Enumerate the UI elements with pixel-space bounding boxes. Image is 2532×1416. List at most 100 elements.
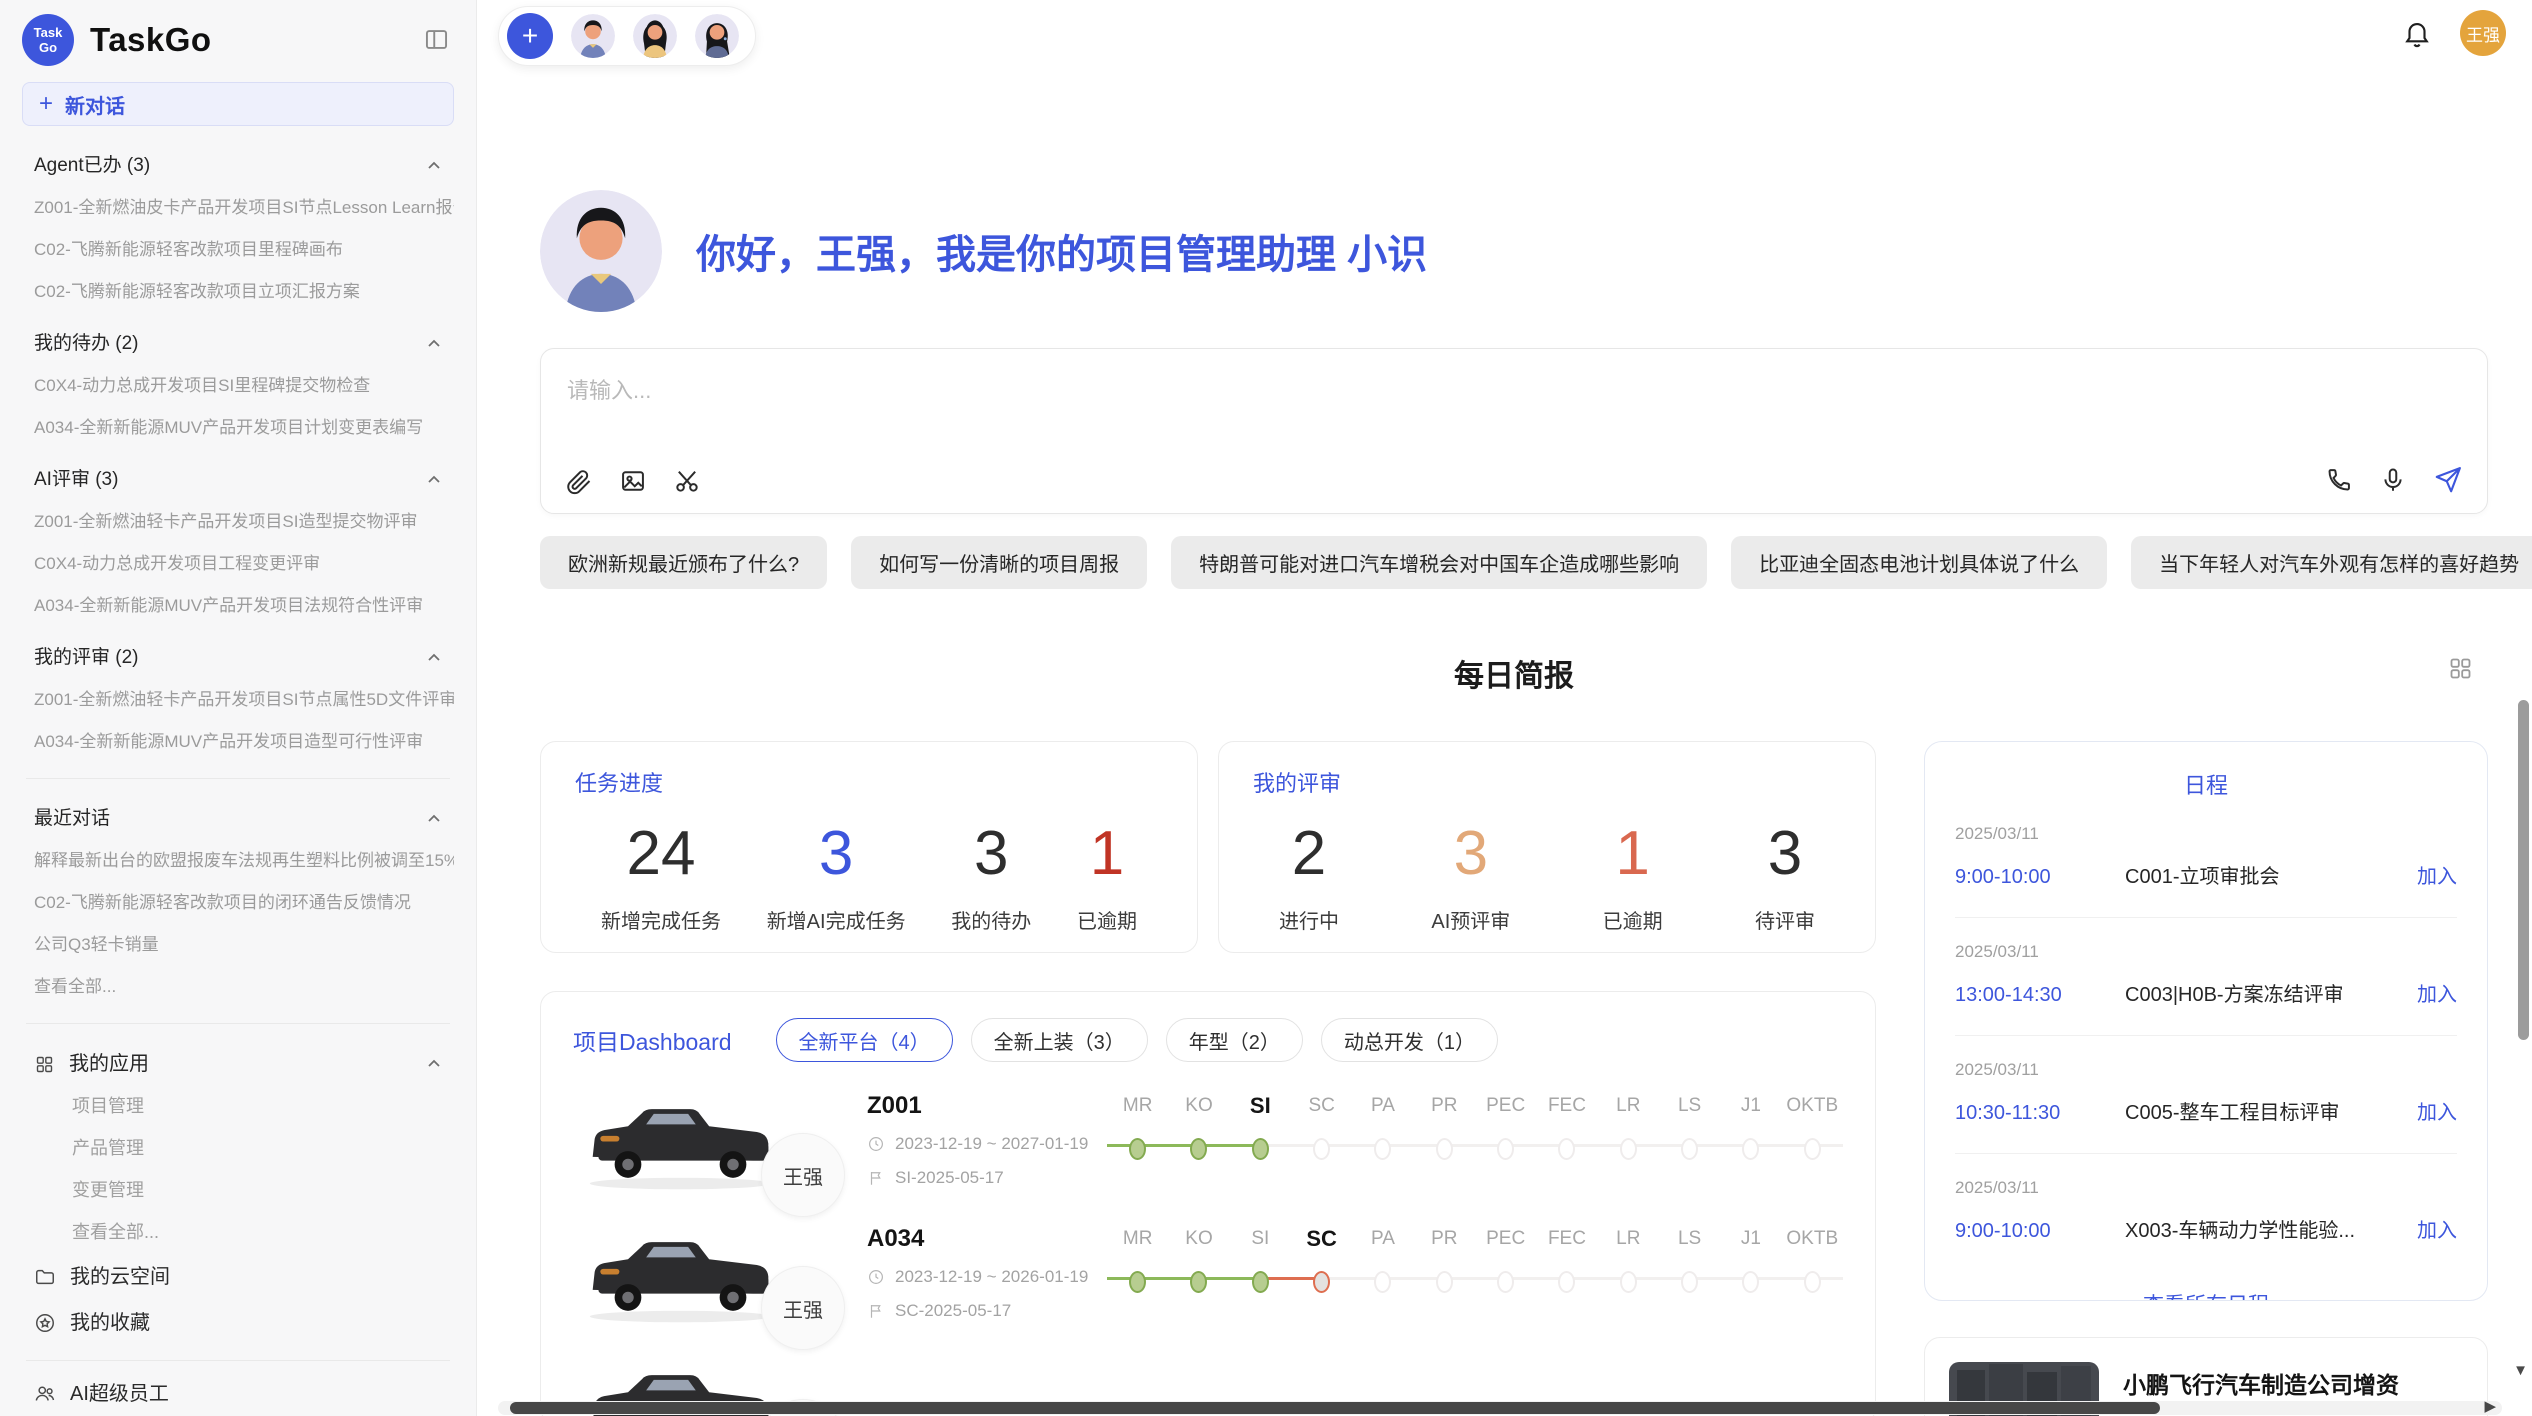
notification-bell-icon[interactable]	[2402, 18, 2432, 48]
agent-avatar-2[interactable]	[633, 14, 677, 58]
sidebar-item-favorites[interactable]: 我的收藏	[22, 1310, 454, 1336]
conversation-item[interactable]: C0X4-动力总成开发项目工程变更评审	[22, 552, 454, 576]
project-dates: 2023-12-19 ~ 2027-01-19	[895, 1134, 1088, 1154]
section-header-recent-chats[interactable]: 最近对话	[22, 807, 454, 831]
sidebar-item-ai-super-staff[interactable]: AI超级员工	[22, 1381, 454, 1407]
conversation-item[interactable]: C02-飞腾新能源轻客改款项目立项汇报方案	[22, 280, 454, 304]
recent-chat-item[interactable]: 查看全部...	[22, 975, 454, 999]
chat-input[interactable]: 请输入...	[540, 348, 2488, 514]
scissors-icon[interactable]	[673, 467, 701, 495]
add-agent-button[interactable]: +	[507, 13, 553, 59]
user-avatar[interactable]: 王强	[2460, 10, 2506, 56]
dashboard-filter[interactable]: 全新平台（4）	[776, 1018, 953, 1062]
app-item[interactable]: 项目管理	[22, 1094, 454, 1118]
scroll-right-arrow-icon[interactable]: ▶	[2484, 1399, 2496, 1415]
assistant-avatar	[540, 190, 662, 312]
chevron-up-icon	[426, 336, 442, 352]
dashboard-filter[interactable]: 动总开发（1）	[1321, 1018, 1498, 1062]
conversation-item[interactable]: Z001-全新燃油轻卡产品开发项目SI造型提交物评审	[22, 510, 454, 534]
join-button[interactable]: 加入	[2417, 860, 2457, 889]
conversation-item[interactable]: Z001-全新燃油皮卡产品开发项目SI节点Lesson Learn报告	[22, 196, 454, 220]
schedule-event: 2025/03/11 9:00-10:00 X003-车辆动力学性能验... 加…	[1955, 1154, 2457, 1271]
suggestion-chip[interactable]: 欧洲新规最近颁布了什么?	[540, 536, 827, 589]
project-row[interactable]: 王强 Z001 2023-12-19 ~ 2027-01-19 SI-2025-…	[573, 1090, 1843, 1195]
section-my-review: 我的评审 (2) Z001-全新燃油轻卡产品开发项目SI节点属性5D文件评审 A0…	[22, 646, 454, 754]
send-icon[interactable]	[2433, 465, 2463, 495]
app-item[interactable]: 查看全部...	[22, 1220, 454, 1244]
project-dashboard-card: 项目Dashboard 全新平台（4）全新上装（3）年型（2）动总开发（1） 王…	[540, 991, 1876, 1416]
section-title: 我的待办 (2)	[34, 332, 139, 356]
suggestion-chips: 欧洲新规最近颁布了什么? 如何写一份清晰的项目周报特朗普可能对进口汽车增税会对中国…	[540, 536, 2488, 589]
app-item[interactable]: 产品管理	[22, 1136, 454, 1160]
vertical-scrollbar-thumb[interactable]	[2518, 700, 2529, 1040]
conversation-item[interactable]: C02-飞腾新能源轻客改款项目里程碑画布	[22, 238, 454, 262]
section-agent-done: Agent已办 (3) Z001-全新燃油皮卡产品开发项目SI节点Lesson …	[22, 154, 454, 304]
milestone-label: SC	[1291, 1227, 1352, 1255]
divider	[26, 1023, 450, 1024]
dashboard-filter[interactable]: 全新上装（3）	[971, 1018, 1148, 1062]
phone-icon[interactable]	[2325, 466, 2353, 494]
recent-chat-item[interactable]: 公司Q3轻卡销量	[22, 933, 454, 957]
stat-label: 已逾期	[1077, 905, 1137, 934]
image-upload-icon[interactable]	[619, 467, 647, 495]
recent-chat-item[interactable]: 解释最新出台的欧盟报废车法规再生塑料比例被调至15%...	[22, 849, 454, 873]
recent-chat-item[interactable]: C02-飞腾新能源轻客改款项目的闭环通告反馈情况	[22, 891, 454, 915]
milestone-label: FEC	[1536, 1227, 1597, 1255]
suggestion-chip[interactable]: 特朗普可能对进口汽车增税会对中国车企造成哪些影响	[1171, 536, 1707, 589]
join-button[interactable]: 加入	[2417, 1096, 2457, 1125]
project-dates: 2023-12-19 ~ 2026-01-19	[895, 1267, 1088, 1287]
task-progress-card: 任务进度 24 新增完成任务 3	[540, 741, 1198, 953]
suggestion-chip[interactable]: 当下年轻人对汽车外观有怎样的喜好趋势	[2131, 536, 2532, 589]
daily-brief-title: 每日简报	[540, 651, 2488, 695]
app-title: TaskGo	[90, 21, 212, 59]
sidebar-header: Task Go TaskGo	[22, 12, 454, 68]
milestone: FEC	[1536, 1227, 1597, 1293]
milestone-label: PEC	[1475, 1227, 1536, 1255]
project-row[interactable]: 王强 A034 2023-12-19 ~ 2026-01-19 SC-2025-…	[573, 1223, 1843, 1328]
people-icon	[34, 1383, 56, 1405]
chevron-up-icon	[426, 650, 442, 666]
agent-avatar-3[interactable]	[695, 14, 739, 58]
conversation-item[interactable]: A034-全新新能源MUV产品开发项目法规符合性评审	[22, 594, 454, 618]
dashboard-filter[interactable]: 年型（2）	[1166, 1018, 1303, 1062]
section-header-agent-done[interactable]: Agent已办 (3)	[22, 154, 454, 178]
event-date: 2025/03/11	[1955, 824, 2457, 844]
conversation-item[interactable]: A034-全新新能源MUV产品开发项目造型可行性评审	[22, 730, 454, 754]
horizontal-scrollbar[interactable]: ▶	[498, 1401, 2502, 1415]
app-item[interactable]: 变更管理	[22, 1178, 454, 1202]
conversation-item[interactable]: A034-全新新能源MUV产品开发项目计划变更表编写	[22, 416, 454, 440]
suggestion-chip[interactable]: 比亚迪全固态电池计划具体说了什么	[1731, 536, 2107, 589]
stat-label: 新增完成任务	[601, 905, 721, 934]
scroll-down-arrow-icon[interactable]: ▼	[2513, 1362, 2528, 1379]
section-header-ai-review[interactable]: AI评审 (3)	[22, 468, 454, 492]
section-header-my-todo[interactable]: 我的待办 (2)	[22, 332, 454, 356]
layout-grid-icon[interactable]	[2447, 655, 2474, 682]
truck-image	[573, 1090, 788, 1195]
section-header-my-apps[interactable]: 我的应用	[22, 1052, 454, 1076]
section-header-my-review[interactable]: 我的评审 (2)	[22, 646, 454, 670]
horizontal-scrollbar-thumb[interactable]	[510, 1402, 2160, 1414]
join-button[interactable]: 加入	[2417, 978, 2457, 1007]
stat-value: 24	[601, 818, 721, 889]
milestone: OKTB	[1782, 1227, 1843, 1293]
new-chat-button[interactable]: + 新对话	[22, 82, 454, 126]
milestone-dot	[1436, 1271, 1453, 1293]
collapse-sidebar-icon[interactable]	[423, 26, 450, 53]
milestone: SI	[1230, 1227, 1291, 1293]
milestone-dot	[1804, 1138, 1821, 1160]
conversation-item[interactable]: C0X4-动力总成开发项目SI里程碑提交物检查	[22, 374, 454, 398]
mic-icon[interactable]	[2379, 466, 2407, 494]
milestone-dot	[1129, 1271, 1146, 1293]
join-button[interactable]: 加入	[2417, 1214, 2457, 1243]
project-next-milestone: SC-2025-05-17	[895, 1301, 1011, 1321]
conversation-item[interactable]: Z001-全新燃油轻卡产品开发项目SI节点属性5D文件评审	[22, 688, 454, 712]
milestone-dot	[1681, 1271, 1698, 1293]
suggestion-chip[interactable]: 如何写一份清晰的项目周报	[851, 536, 1147, 589]
agent-avatar-1[interactable]	[571, 14, 615, 58]
view-all-schedule-link[interactable]: 查看所有日程	[1955, 1289, 2457, 1301]
milestone-label: LS	[1659, 1227, 1720, 1255]
attach-icon[interactable]	[565, 467, 593, 495]
stat: 2 进行中	[1279, 818, 1339, 934]
sidebar-item-cloud-space[interactable]: 我的云空间	[22, 1264, 454, 1290]
event-date: 2025/03/11	[1955, 1178, 2457, 1198]
